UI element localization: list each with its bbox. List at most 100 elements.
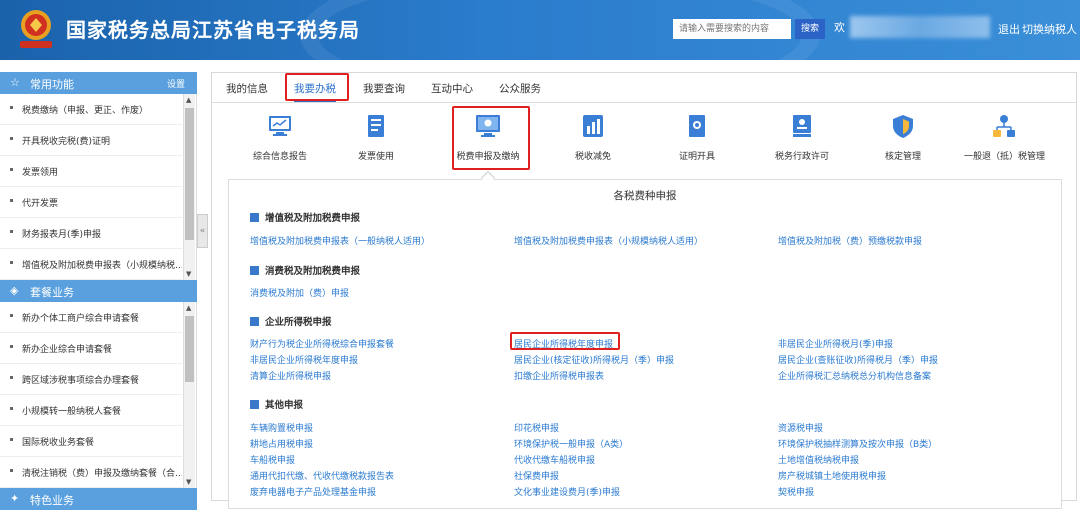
- link-other-4[interactable]: 环境保护税一般申报（A类）: [514, 437, 628, 450]
- tab-public-service[interactable]: 公众服务: [499, 81, 541, 96]
- logout-link[interactable]: 退出: [998, 21, 1020, 37]
- link-other-14[interactable]: 契税申报: [778, 485, 814, 498]
- link-cit-3[interactable]: 非居民企业所得税年度申报: [250, 353, 358, 366]
- link-other-10[interactable]: 社保费申报: [514, 469, 559, 482]
- link-cit-0[interactable]: 财产行为税企业所得税综合申报套餐: [250, 337, 394, 350]
- link-other-0[interactable]: 车辆购置税申报: [250, 421, 313, 434]
- sidebar-item-cross-region[interactable]: 跨区域涉税事项综合办理套餐: [0, 364, 182, 395]
- bullet-icon: [10, 261, 13, 264]
- link-other-5[interactable]: 环境保护税抽样测算及按次申报（B类）: [778, 437, 937, 450]
- link-cit-7[interactable]: 扣缴企业所得税申报表: [514, 369, 604, 382]
- package-scrollbar[interactable]: ▲ ▼: [183, 302, 195, 488]
- special-business-title: 特色业务: [30, 494, 74, 507]
- star-icon: ✦: [10, 492, 20, 505]
- link-other-11[interactable]: 房产税城镇土地使用税申报: [778, 469, 886, 482]
- link-vat-small[interactable]: 增值税及附加税费申报表（小规模纳税人适用）: [514, 234, 703, 247]
- bullet-icon: [10, 137, 13, 140]
- link-cit-2[interactable]: 非居民企业所得税月(季)申报: [778, 337, 893, 350]
- link-vat-prepay[interactable]: 增值税及附加税（费）预缴税款申报: [778, 234, 922, 247]
- scroll-thumb[interactable]: [185, 316, 194, 382]
- user-name-blurred: [850, 16, 990, 38]
- special-business-header[interactable]: ✦ 特色业务: [0, 488, 197, 510]
- func-administrative-license[interactable]: 税务行政许可: [762, 113, 842, 162]
- bullet-icon: [10, 376, 13, 379]
- section-cit: 企业所得税申报: [250, 314, 332, 328]
- certificate-icon: [689, 115, 705, 137]
- func-refund-management[interactable]: 一般退（抵）税管理: [964, 113, 1045, 162]
- bullet-icon: [10, 314, 13, 317]
- link-consumption[interactable]: 消费税及附加（费）申报: [250, 286, 349, 299]
- sidebar-item-invoice-claim[interactable]: 发票领用: [0, 156, 182, 187]
- filing-panel: 各税费种申报 增值税及附加税费申报 增值税及附加税费申报表（一般纳税人适用） 增…: [228, 179, 1062, 509]
- site-title: 国家税务总局江苏省电子税务局: [66, 18, 360, 42]
- search-button[interactable]: 搜索: [795, 19, 825, 39]
- func-info-report[interactable]: 综合信息报告: [240, 113, 320, 162]
- link-other-12[interactable]: 废弃电器电子产品处理基金申报: [250, 485, 376, 498]
- link-other-1[interactable]: 印花税申报: [514, 421, 559, 434]
- common-functions-header[interactable]: ☆ 常用功能 设置: [0, 72, 197, 94]
- section-vat: 增值税及附加税费申报: [250, 210, 360, 224]
- common-functions-title: 常用功能: [30, 78, 74, 91]
- link-other-8[interactable]: 土地增值税纳税申报: [778, 453, 859, 466]
- highlight-box-tax-filing: [452, 106, 530, 170]
- bullet-icon: [10, 438, 13, 441]
- highlight-box-tab: [285, 73, 349, 101]
- package-business-header[interactable]: ◈ 套餐业务: [0, 280, 197, 302]
- chart-monitor-icon: [269, 116, 291, 136]
- sidebar-item-proxy-invoice[interactable]: 代开发票: [0, 187, 182, 218]
- link-other-3[interactable]: 耕地占用税申报: [250, 437, 313, 450]
- scroll-down-icon[interactable]: ▼: [186, 478, 191, 486]
- welcome-text: 欢: [834, 21, 845, 34]
- bullet-icon: [10, 106, 13, 109]
- link-cit-5[interactable]: 居民企业(查账征收)所得税月（季）申报: [778, 353, 938, 366]
- func-assessment-management[interactable]: 核定管理: [863, 113, 943, 162]
- func-tax-reduction[interactable]: 税收减免: [553, 113, 633, 162]
- scroll-thumb[interactable]: [185, 108, 194, 240]
- section-consumption: 消费税及附加税费申报: [250, 263, 360, 277]
- link-vat-general[interactable]: 增值税及附加税费申报表（一般纳税人适用）: [250, 234, 430, 247]
- document-icon: [368, 115, 384, 137]
- tab-query[interactable]: 我要查询: [363, 81, 405, 96]
- bottle-icon: [250, 266, 259, 275]
- sidebar-item-new-individual[interactable]: 新办个体工商户综合申请套餐: [0, 302, 182, 333]
- tab-my-info[interactable]: 我的信息: [226, 81, 268, 96]
- scroll-up-icon[interactable]: ▲: [186, 304, 191, 312]
- building-icon: [250, 317, 259, 326]
- link-other-13[interactable]: 文化事业建设费月(季)申报: [514, 485, 620, 498]
- switch-taxpayer-link[interactable]: 切换纳税人: [1022, 21, 1077, 37]
- bullet-icon: [10, 407, 13, 410]
- sidebar-item-deregistration[interactable]: 清税注销税（费）申报及缴纳套餐（合...: [0, 457, 182, 488]
- link-other-7[interactable]: 代收代缴车船税申报: [514, 453, 595, 466]
- func-invoice-use[interactable]: 发票使用: [336, 113, 416, 162]
- func-certificate[interactable]: 证明开具: [657, 113, 737, 162]
- sidebar-item-new-enterprise[interactable]: 新办企业综合申请套餐: [0, 333, 182, 364]
- bullet-icon: [10, 199, 13, 202]
- tab-interaction[interactable]: 互动中心: [431, 81, 473, 96]
- sidebar-item-tax-payment[interactable]: 税费缴纳（申报、更正、作废）: [0, 94, 182, 125]
- link-other-2[interactable]: 资源税申报: [778, 421, 823, 434]
- highlight-box-cit-annual: [510, 332, 620, 350]
- layers-icon: ◈: [10, 284, 19, 297]
- scroll-down-icon[interactable]: ▼: [186, 270, 191, 278]
- star-icon: ☆: [10, 76, 20, 89]
- link-other-9[interactable]: 通用代扣代缴、代收代缴税款报告表: [250, 469, 394, 482]
- sidebar-item-tax-certificate[interactable]: 开具税收完税(费)证明: [0, 125, 182, 156]
- sidebar-item-small-to-general[interactable]: 小规模转一般纳税人套餐: [0, 395, 182, 426]
- search-input[interactable]: [673, 19, 791, 39]
- panel-title: 各税费种申报: [613, 190, 677, 202]
- scroll-up-icon[interactable]: ▲: [186, 96, 191, 104]
- sidebar-item-international-tax[interactable]: 国际税收业务套餐: [0, 426, 182, 457]
- collapse-sidebar-button[interactable]: «: [197, 214, 208, 248]
- link-other-6[interactable]: 车船税申报: [250, 453, 295, 466]
- flow-icon: [993, 115, 1015, 137]
- sidebar-item-vat-small-scale[interactable]: 增值税及附加税费申报表（小规模纳税...: [0, 249, 182, 280]
- link-cit-4[interactable]: 居民企业(核定征收)所得税月（季）申报: [514, 353, 674, 366]
- common-scrollbar[interactable]: ▲ ▼: [183, 94, 195, 280]
- sidebar-item-financial-report[interactable]: 财务报表月(季)申报: [0, 218, 182, 249]
- link-cit-6[interactable]: 清算企业所得税申报: [250, 369, 331, 382]
- bullet-icon: [10, 345, 13, 348]
- section-other: 其他申报: [250, 397, 303, 411]
- checkbox-icon: [250, 213, 259, 222]
- settings-link[interactable]: 设置: [167, 77, 185, 90]
- link-cit-8[interactable]: 企业所得税汇总纳税总分机构信息备案: [778, 369, 931, 382]
